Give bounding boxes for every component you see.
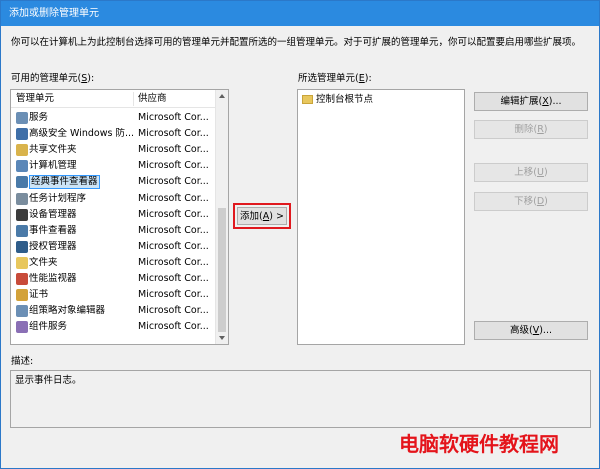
column-header-snapin[interactable]: 管理单元: [16, 93, 54, 105]
scroll-up-icon[interactable]: [219, 94, 225, 98]
snapin-name: 高级安全 Windows 防...: [29, 128, 133, 140]
selected-snapins-list[interactable]: 控制台根节点: [297, 89, 465, 345]
snapin-vendor: Microsoft Cor...: [138, 289, 209, 301]
snapin-vendor: Microsoft Cor...: [138, 176, 209, 188]
snapin-name: 授权管理器: [29, 240, 77, 252]
authorization-icon: [16, 240, 28, 253]
snapin-vendor: Microsoft Cor...: [138, 321, 209, 333]
gear-icon: [16, 112, 28, 124]
table-row[interactable]: 文件夹 Microsoft Cor...: [11, 255, 215, 271]
selected-snapins-label: 所选管理单元(E):: [298, 73, 372, 84]
snapin-vendor: Microsoft Cor...: [138, 305, 209, 317]
snapin-vendor: Microsoft Cor...: [138, 192, 209, 204]
description-box: 显示事件日志。: [10, 370, 591, 428]
available-snapins-label: 可用的管理单元(S):: [11, 73, 95, 84]
watermark-text: 电脑软硬件教程网: [399, 432, 559, 456]
event-viewer-icon: [16, 176, 28, 189]
scroll-thumb[interactable]: [218, 208, 226, 332]
clock-icon: [16, 192, 28, 205]
list-scrollbar[interactable]: [215, 90, 228, 344]
snapin-name: 文件夹: [29, 256, 58, 268]
snapin-vendor: Microsoft Cor...: [138, 224, 209, 236]
snapin-vendor: Microsoft Cor...: [138, 144, 209, 156]
snapin-vendor: Microsoft Cor...: [138, 160, 209, 172]
shared-folder-icon: [16, 144, 28, 157]
table-row[interactable]: 共享文件夹 Microsoft Cor...: [11, 142, 215, 158]
snapin-name: 计算机管理: [29, 160, 77, 172]
description-text: 显示事件日志。: [15, 375, 82, 386]
table-row[interactable]: 任务计划程序 Microsoft Cor...: [11, 191, 215, 207]
remove-button[interactable]: 删除(R): [474, 120, 588, 139]
table-row[interactable]: 事件查看器 Microsoft Cor...: [11, 223, 215, 239]
table-row[interactable]: 经典事件查看器 Microsoft Cor...: [11, 174, 215, 190]
description-label: 描述:: [11, 356, 34, 367]
snapin-name: 组件服务: [29, 321, 68, 333]
snapin-vendor: Microsoft Cor...: [138, 208, 209, 220]
add-button-highlight: 添加(A) >: [233, 203, 291, 229]
folder-icon: [16, 256, 28, 269]
add-button[interactable]: 添加(A) >: [237, 207, 287, 225]
advanced-button[interactable]: 高级(V)...: [474, 321, 588, 340]
snapin-name: 事件查看器: [29, 224, 77, 236]
snapin-name: 经典事件查看器: [29, 175, 100, 190]
dialog-title: 添加或删除管理单元: [1, 1, 599, 26]
event-viewer-icon: [16, 224, 28, 237]
device-icon: [16, 208, 28, 221]
move-down-button[interactable]: 下移(D): [474, 192, 588, 211]
snapin-name: 证书: [29, 289, 49, 301]
snapin-name: 设备管理器: [29, 208, 77, 220]
list-header: 管理单元 供应商: [11, 90, 215, 108]
table-row[interactable]: 高级安全 Windows 防... Microsoft Cor...: [11, 126, 215, 142]
snapin-name: 任务计划程序: [29, 192, 87, 204]
snapin-vendor: Microsoft Cor...: [138, 273, 209, 284]
available-snapins-list[interactable]: 管理单元 供应商 服务 Microsoft Cor... 高级安全 Windows …: [10, 89, 229, 345]
column-header-vendor[interactable]: 供应商: [138, 93, 167, 105]
firewall-icon: [16, 128, 28, 141]
computer-icon: [16, 160, 28, 173]
table-row[interactable]: 计算机管理 Microsoft Cor...: [11, 158, 215, 174]
monitor-icon: [16, 273, 28, 285]
snapin-name: 组策略对象编辑器: [29, 305, 106, 317]
snapin-vendor: Microsoft Cor...: [138, 112, 209, 123]
snapin-vendor: Microsoft Cor...: [138, 128, 209, 140]
table-row[interactable]: 组策略对象编辑器 Microsoft Cor...: [11, 303, 215, 319]
snapin-name: 共享文件夹: [29, 144, 77, 156]
policy-icon: [16, 305, 28, 318]
snapin-name: 服务: [29, 112, 49, 123]
snapin-vendor: Microsoft Cor...: [138, 256, 209, 268]
snapin-vendor: Microsoft Cor...: [138, 240, 209, 252]
table-row[interactable]: 设备管理器 Microsoft Cor...: [11, 207, 215, 223]
edit-extensions-button[interactable]: 编辑扩展(X)...: [474, 92, 588, 111]
table-row[interactable]: 服务 Microsoft Cor...: [11, 110, 215, 126]
table-row[interactable]: 组件服务 Microsoft Cor...: [11, 319, 215, 335]
table-row[interactable]: 证书 Microsoft Cor...: [11, 287, 215, 303]
component-icon: [16, 321, 28, 334]
snapin-name: 性能监视器: [29, 273, 77, 284]
table-row[interactable]: 性能监视器 Microsoft Cor...: [11, 271, 215, 287]
scroll-down-icon[interactable]: [219, 336, 225, 340]
certificate-icon: [16, 289, 28, 302]
add-remove-snapins-dialog: 添加或删除管理单元 你可以在计算机上为此控制台选择可用的管理单元并配置所选的一组…: [0, 0, 600, 469]
table-row[interactable]: 授权管理器 Microsoft Cor...: [11, 239, 215, 255]
dialog-description: 你可以在计算机上为此控制台选择可用的管理单元并配置所选的一组管理单元。对于可扩展…: [11, 37, 582, 48]
move-up-button[interactable]: 上移(U): [474, 163, 588, 182]
folder-icon: [302, 95, 313, 104]
